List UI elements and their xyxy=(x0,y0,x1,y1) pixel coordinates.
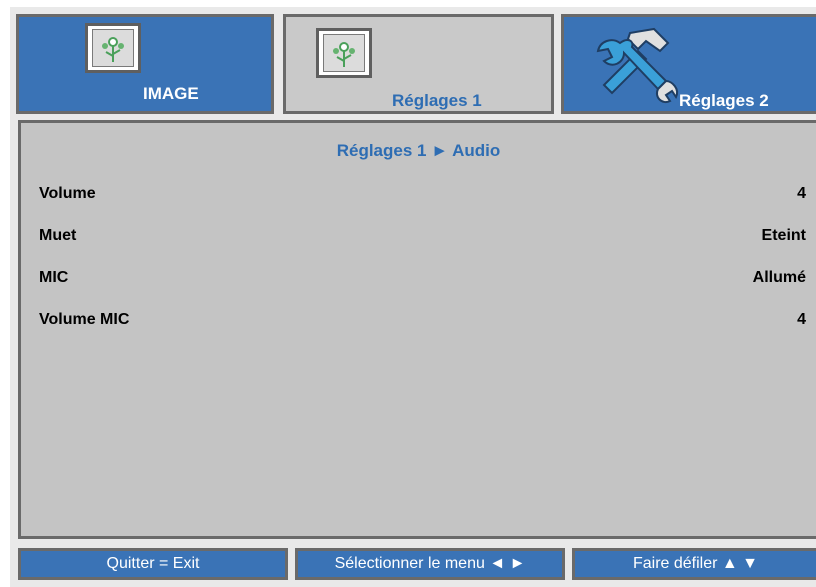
picture-icon xyxy=(316,28,372,78)
menu-row-mic[interactable]: MIC Allumé xyxy=(21,269,816,295)
tab-reglages-1[interactable]: Réglages 1 xyxy=(283,14,554,114)
menu-row-label: MIC xyxy=(39,269,69,286)
menu-row-volume[interactable]: Volume 4 xyxy=(21,185,816,211)
frame-corner xyxy=(382,41,410,69)
select-menu-button[interactable]: Sélectionner le menu ◄ ► xyxy=(295,548,565,580)
menu-row-label: Volume xyxy=(39,185,96,202)
tab-reglages-2-label: Réglages 2 xyxy=(679,91,769,110)
scroll-button[interactable]: Faire défiler ▲ ▼ xyxy=(572,548,816,580)
menu-row-label: Muet xyxy=(39,227,77,244)
menu-row-value: 4 xyxy=(797,311,806,328)
menu-row-muet[interactable]: Muet Eteint xyxy=(21,227,816,253)
tab-image[interactable]: IMAGE xyxy=(16,14,274,114)
picture-icon xyxy=(85,23,141,73)
menu-row-label: Volume MIC xyxy=(39,311,130,328)
tools-icon xyxy=(596,27,678,103)
menu-row-value: 4 xyxy=(797,185,806,202)
panel-title: Réglages 1 ► Audio xyxy=(336,141,501,160)
footer-bar: Quitter = Exit Sélectionner le menu ◄ ► … xyxy=(18,548,816,580)
menu-row-value: Eteint xyxy=(761,227,806,244)
menu-row-value: Allumé xyxy=(752,269,806,286)
exit-button[interactable]: Quitter = Exit xyxy=(18,548,288,580)
menu-row-volume-mic[interactable]: Volume MIC 4 xyxy=(21,311,816,337)
tab-reglages-1-label: Réglages 1 xyxy=(392,91,482,110)
tab-reglages-2[interactable]: Réglages 2 xyxy=(561,14,816,114)
tab-image-label: IMAGE xyxy=(143,84,199,103)
settings-panel: Réglages 1 ► Audio Volume 4 Muet Eteint … xyxy=(18,120,816,539)
osd-menu: IMAGE Réglages 1 Réglages 2 Réglages 1 ►… xyxy=(10,7,816,587)
